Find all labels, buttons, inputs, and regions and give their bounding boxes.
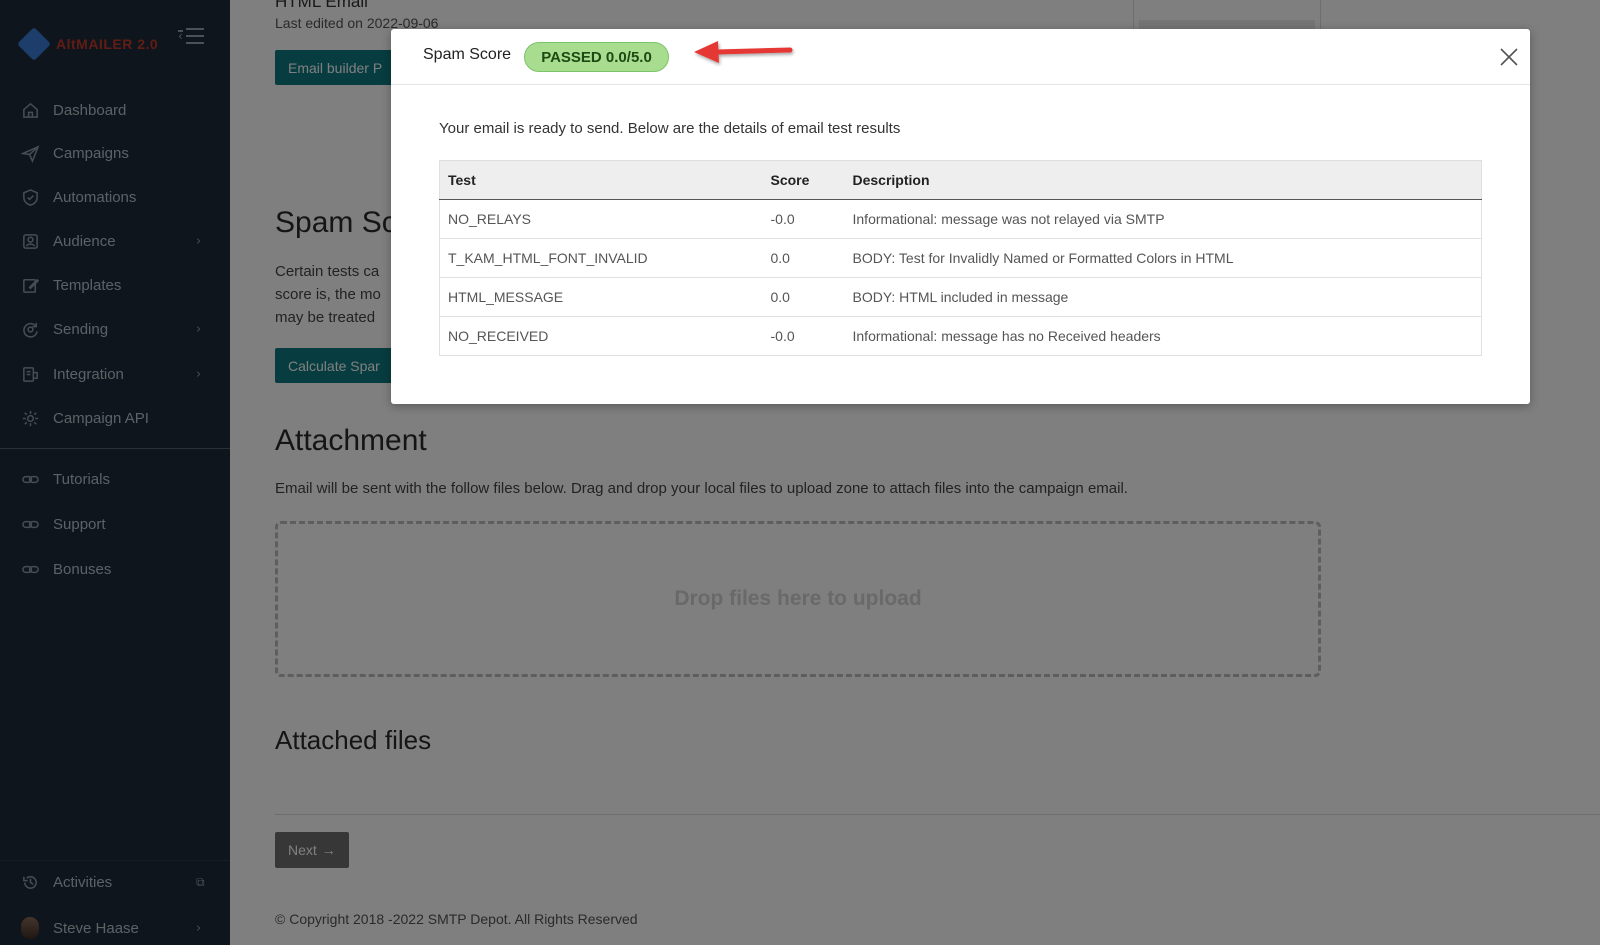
close-icon[interactable]: [1498, 46, 1520, 68]
column-header-test: Test: [439, 160, 763, 200]
table-row: NO_RECEIVED -0.0 Informational: message …: [439, 316, 1482, 356]
cell-description: BODY: HTML included in message: [844, 277, 1482, 317]
spam-score-modal: Spam Score PASSED 0.0/5.0 Your email is …: [391, 29, 1530, 404]
modal-title: Spam Score: [423, 46, 512, 63]
cell-description: BODY: Test for Invalidly Named or Format…: [844, 238, 1482, 278]
table-row: HTML_MESSAGE 0.0 BODY: HTML included in …: [439, 277, 1482, 317]
cell-test: NO_RELAYS: [439, 199, 763, 239]
cell-score: -0.0: [762, 199, 845, 239]
red-arrow-icon: [694, 41, 793, 63]
status-badge: PASSED 0.0/5.0: [524, 42, 669, 72]
column-header-score: Score: [762, 160, 845, 200]
modal-header: Spam Score PASSED 0.0/5.0: [391, 29, 1530, 85]
table-row: T_KAM_HTML_FONT_INVALID 0.0 BODY: Test f…: [439, 238, 1482, 278]
table-row: NO_RELAYS -0.0 Informational: message wa…: [439, 199, 1482, 239]
spam-results-table: Test Score Description NO_RELAYS -0.0 In…: [439, 160, 1482, 356]
cell-description: Informational: message was not relayed v…: [844, 199, 1482, 239]
table-header-row: Test Score Description: [439, 160, 1482, 200]
column-header-description: Description: [844, 160, 1482, 200]
cell-score: 0.0: [762, 277, 845, 317]
cell-description: Informational: message has no Received h…: [844, 316, 1482, 356]
modal-intro-text: Your email is ready to send. Below are t…: [439, 120, 901, 137]
cell-test: HTML_MESSAGE: [439, 277, 763, 317]
cell-test: T_KAM_HTML_FONT_INVALID: [439, 238, 763, 278]
cell-test: NO_RECEIVED: [439, 316, 763, 356]
cell-score: 0.0: [762, 238, 845, 278]
cell-score: -0.0: [762, 316, 845, 356]
